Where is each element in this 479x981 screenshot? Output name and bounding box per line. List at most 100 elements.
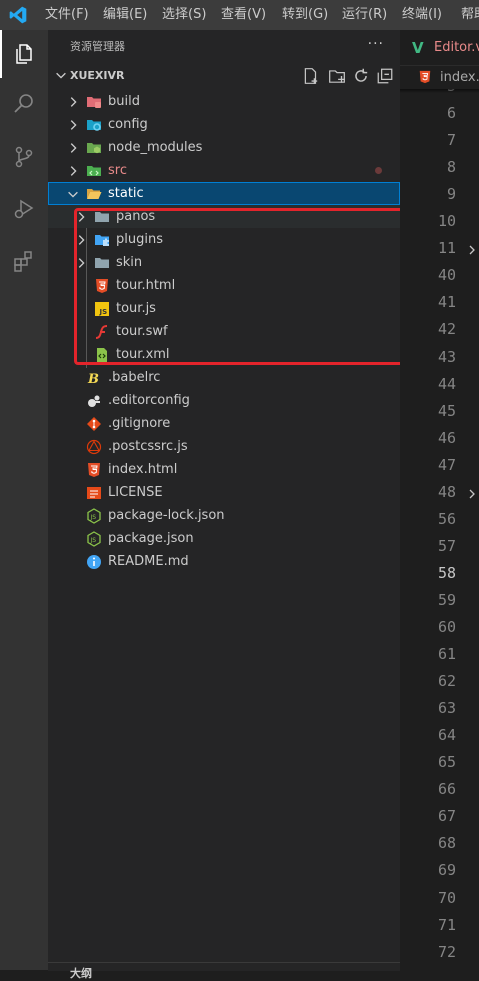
editor-tabs: V Editor.vue bbox=[400, 30, 479, 65]
search-icon bbox=[14, 94, 33, 113]
svg-text:B: B bbox=[87, 372, 99, 386]
line-number: 42 bbox=[437, 320, 456, 339]
line-number: 72 bbox=[437, 942, 456, 961]
activity-bar bbox=[0, 30, 48, 970]
line-number: 8 bbox=[446, 158, 456, 177]
tree-item-static[interactable]: static bbox=[48, 182, 400, 205]
tree-item-gitignore[interactable]: .gitignore bbox=[48, 412, 400, 435]
tree-item-package-lock[interactable]: JS package-lock.json bbox=[48, 504, 400, 527]
line-number: 47 bbox=[437, 455, 456, 474]
tree-item-label: package-lock.json bbox=[108, 508, 225, 523]
breadcrumb[interactable]: index.html bbox=[400, 65, 479, 90]
menu-goto[interactable]: 转到(G) bbox=[282, 0, 328, 30]
tree-item-label: README.md bbox=[108, 554, 189, 569]
line-number: 10 bbox=[437, 212, 456, 231]
fold-chevron-icon[interactable] bbox=[467, 245, 477, 255]
line-number: 45 bbox=[437, 401, 456, 420]
chevron-right-icon bbox=[70, 166, 77, 176]
editorconfig-icon bbox=[88, 395, 100, 407]
postcss-icon bbox=[86, 439, 102, 455]
more-actions-button[interactable]: ··· bbox=[368, 36, 384, 52]
line-number: 11 bbox=[437, 239, 456, 258]
tree-item-label: src bbox=[108, 163, 127, 178]
tree-item-label: .postcssrc.js bbox=[108, 439, 188, 454]
folder-config-icon bbox=[87, 120, 101, 131]
html-file-icon bbox=[88, 463, 100, 477]
tree-item-label: node_modules bbox=[108, 140, 203, 155]
menu-selection[interactable]: 选择(S) bbox=[162, 0, 206, 30]
annotation-highlight-box bbox=[74, 208, 443, 365]
line-number: 62 bbox=[437, 672, 456, 691]
menu-view[interactable]: 查看(V) bbox=[221, 0, 266, 30]
folder-src-icon bbox=[87, 166, 101, 176]
line-number: 59 bbox=[437, 590, 456, 609]
line-number-gutter: 5678910114041424344454647485657585960616… bbox=[400, 89, 479, 970]
chevron-right-icon bbox=[70, 143, 77, 153]
tab-editor-vue[interactable]: V Editor.vue bbox=[400, 30, 479, 65]
folder-node-icon bbox=[87, 143, 101, 154]
tree-item-label: build bbox=[108, 94, 140, 109]
menu-help[interactable]: 帮助 bbox=[461, 0, 479, 30]
explorer-button[interactable] bbox=[0, 30, 48, 78]
tree-item-build[interactable]: build bbox=[48, 90, 400, 113]
menu-run[interactable]: 运行(R) bbox=[342, 0, 387, 30]
line-number: 6 bbox=[446, 104, 456, 123]
line-number: 43 bbox=[437, 347, 456, 366]
refresh-icon[interactable] bbox=[352, 67, 370, 85]
chevron-right-icon bbox=[70, 120, 77, 130]
new-file-icon[interactable] bbox=[302, 67, 320, 85]
svg-text:JS: JS bbox=[90, 514, 97, 521]
title-bar: 文件(F) 编辑(E) 选择(S) 查看(V) 转到(G) 运行(R) 终端(I… bbox=[0, 0, 479, 30]
line-number: 65 bbox=[437, 753, 456, 772]
tree-item-editorconfig[interactable]: .editorconfig bbox=[48, 389, 400, 412]
line-number: 56 bbox=[437, 509, 456, 528]
line-number: 67 bbox=[437, 807, 456, 826]
folder-build-icon bbox=[87, 97, 101, 108]
html-file-icon bbox=[419, 70, 431, 84]
line-number: 44 bbox=[437, 374, 456, 393]
line-number: 41 bbox=[437, 293, 456, 312]
tree-item-postcssrc[interactable]: .postcssrc.js bbox=[48, 435, 400, 458]
tab-label: Editor.vue bbox=[434, 40, 479, 55]
line-number: 66 bbox=[437, 780, 456, 799]
run-debug-button[interactable] bbox=[0, 185, 48, 233]
source-control-button[interactable] bbox=[0, 133, 48, 181]
new-folder-icon[interactable] bbox=[328, 67, 346, 85]
line-number: 68 bbox=[437, 834, 456, 853]
tree-item-label: .gitignore bbox=[108, 416, 171, 431]
search-button[interactable] bbox=[0, 80, 48, 128]
extensions-button[interactable] bbox=[0, 237, 48, 285]
line-number: 70 bbox=[437, 888, 456, 907]
line-number: 71 bbox=[437, 915, 456, 934]
info-icon bbox=[87, 555, 101, 569]
tree-item-node-modules[interactable]: node_modules bbox=[48, 136, 400, 159]
nodejs-icon: JS bbox=[87, 508, 101, 524]
tree-item-package-json[interactable]: JS package.json bbox=[48, 527, 400, 550]
tree-item-label: index.html bbox=[108, 462, 178, 477]
chevron-down-icon bbox=[56, 72, 66, 79]
tree-item-index-html[interactable]: index.html bbox=[48, 458, 400, 481]
workspace-section-header[interactable]: XUEXIVR bbox=[48, 65, 400, 87]
breadcrumb-file: index.html bbox=[440, 70, 479, 85]
tree-item-src[interactable]: src bbox=[48, 159, 400, 182]
menu-file[interactable]: 文件(F) bbox=[45, 0, 89, 30]
tree-item-label: config bbox=[108, 117, 148, 132]
line-number: 60 bbox=[437, 618, 456, 636]
tree-item-label: package.json bbox=[108, 531, 194, 546]
line-number: 9 bbox=[446, 185, 456, 204]
tree-item-readme[interactable]: README.md bbox=[48, 550, 400, 573]
scroll-shadow bbox=[400, 89, 479, 93]
fold-chevron-icon[interactable] bbox=[467, 489, 477, 499]
vscode-logo-icon bbox=[9, 6, 27, 24]
tree-item-license[interactable]: LICENSE bbox=[48, 481, 400, 504]
menu-edit[interactable]: 编辑(E) bbox=[103, 0, 147, 30]
tree-item-label: LICENSE bbox=[108, 485, 163, 500]
outline-title: 大纲 bbox=[70, 967, 92, 980]
tree-item-label: .babelrc bbox=[108, 370, 161, 385]
collapse-all-icon[interactable] bbox=[376, 67, 394, 85]
line-number: 40 bbox=[437, 266, 456, 285]
menu-terminal[interactable]: 终端(I) bbox=[402, 0, 442, 30]
tree-item-babelrc[interactable]: B .babelrc bbox=[48, 366, 400, 389]
tree-item-config[interactable]: config bbox=[48, 113, 400, 136]
line-number: 57 bbox=[437, 536, 456, 555]
